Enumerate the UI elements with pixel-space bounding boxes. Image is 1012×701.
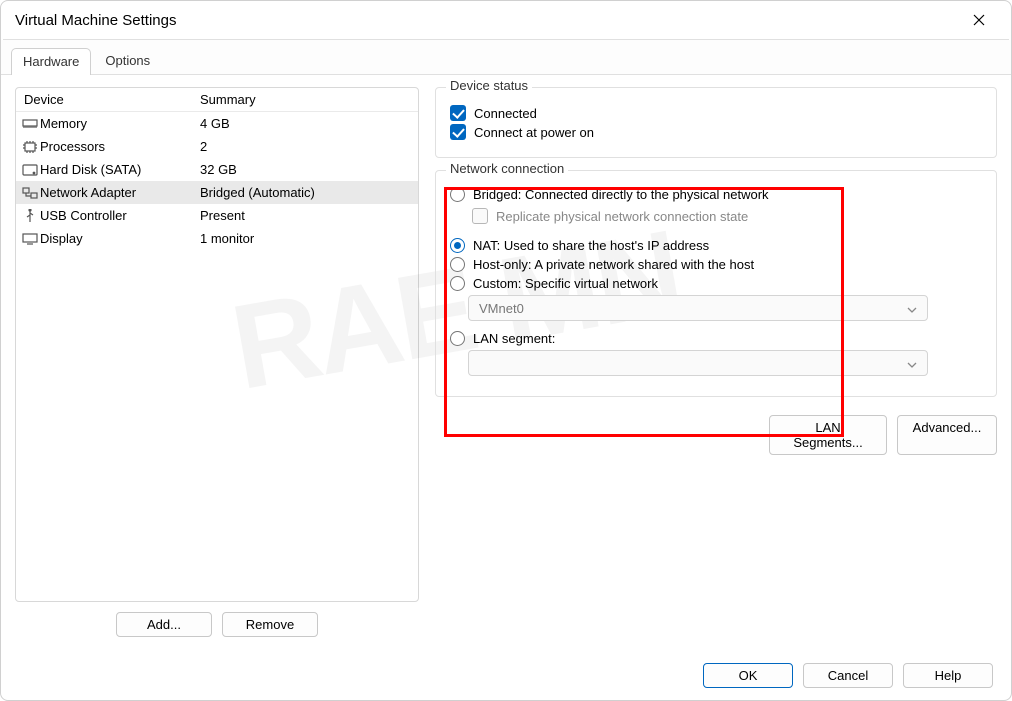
nat-label: NAT: Used to share the host's IP address — [473, 238, 709, 253]
close-button[interactable] — [961, 5, 997, 35]
network-connection-group: Network connection Bridged: Connected di… — [435, 170, 997, 397]
device-row-usb[interactable]: USB Controller Present — [16, 204, 418, 227]
col-header-device[interactable]: Device — [16, 92, 196, 107]
replicate-label: Replicate physical network connection st… — [496, 209, 748, 224]
device-buttons: Add... Remove — [15, 612, 419, 637]
chevron-down-icon — [907, 301, 917, 316]
ok-button[interactable]: OK — [703, 663, 793, 688]
device-summary: Bridged (Automatic) — [196, 185, 418, 200]
window-title: Virtual Machine Settings — [15, 12, 176, 29]
network-icon — [22, 186, 38, 200]
lan-segments-button[interactable]: LAN Segments... — [769, 415, 887, 455]
device-row-display[interactable]: Display 1 monitor — [16, 227, 418, 250]
cancel-button[interactable]: Cancel — [803, 663, 893, 688]
memory-icon — [22, 117, 38, 131]
add-device-button[interactable]: Add... — [116, 612, 212, 637]
connected-checkbox[interactable] — [450, 105, 466, 121]
chevron-down-icon — [907, 356, 917, 371]
right-panel: Device status Connected Connect at power… — [435, 87, 997, 645]
custom-radio[interactable] — [450, 276, 465, 291]
device-name: Memory — [38, 116, 196, 131]
custom-network-dropdown[interactable]: VMnet0 — [468, 295, 928, 321]
help-button[interactable]: Help — [903, 663, 993, 688]
hostonly-radio[interactable] — [450, 257, 465, 272]
col-header-summary[interactable]: Summary — [196, 92, 418, 107]
device-summary: 2 — [196, 139, 418, 154]
bridged-radio[interactable] — [450, 187, 465, 202]
device-name: Processors — [38, 139, 196, 154]
lansegment-radio[interactable] — [450, 331, 465, 346]
connect-poweron-checkbox[interactable] — [450, 124, 466, 140]
device-summary: Present — [196, 208, 418, 223]
device-name: Hard Disk (SATA) — [38, 162, 196, 177]
advanced-button[interactable]: Advanced... — [897, 415, 997, 455]
lansegment-label: LAN segment: — [473, 331, 555, 346]
hdd-icon — [22, 163, 38, 177]
titlebar: Virtual Machine Settings — [1, 1, 1011, 39]
device-row-memory[interactable]: Memory 4 GB — [16, 112, 418, 135]
display-icon — [22, 232, 38, 246]
device-name: Network Adapter — [38, 185, 196, 200]
footer-buttons: OK Cancel Help — [19, 663, 993, 688]
tab-bar: Hardware Options — [1, 40, 1011, 75]
device-header-row: Device Summary — [16, 88, 418, 112]
content-area: Device Summary Memory 4 GB Processors 2 … — [1, 75, 1011, 655]
tab-hardware[interactable]: Hardware — [11, 48, 91, 75]
lansegment-dropdown[interactable] — [468, 350, 928, 376]
bridged-label: Bridged: Connected directly to the physi… — [473, 187, 769, 202]
device-name: Display — [38, 231, 196, 246]
settings-window: RAE MN Virtual Machine Settings Hardware… — [0, 0, 1012, 701]
hostonly-label: Host-only: A private network shared with… — [473, 257, 754, 272]
nat-radio[interactable] — [450, 238, 465, 253]
tab-options[interactable]: Options — [93, 47, 162, 74]
connect-poweron-label: Connect at power on — [474, 125, 594, 140]
device-list: Device Summary Memory 4 GB Processors 2 … — [15, 87, 419, 602]
usb-icon — [22, 209, 38, 223]
connected-label: Connected — [474, 106, 537, 121]
remove-device-button[interactable]: Remove — [222, 612, 318, 637]
device-name: USB Controller — [38, 208, 196, 223]
device-row-processors[interactable]: Processors 2 — [16, 135, 418, 158]
network-connection-legend: Network connection — [446, 161, 568, 176]
network-buttons: LAN Segments... Advanced... — [435, 415, 997, 455]
device-summary: 1 monitor — [196, 231, 418, 246]
replicate-checkbox[interactable] — [472, 208, 488, 224]
device-summary: 32 GB — [196, 162, 418, 177]
device-summary: 4 GB — [196, 116, 418, 131]
custom-label: Custom: Specific virtual network — [473, 276, 658, 291]
close-icon — [973, 14, 985, 26]
cpu-icon — [22, 140, 38, 154]
device-row-hdd[interactable]: Hard Disk (SATA) 32 GB — [16, 158, 418, 181]
device-status-legend: Device status — [446, 78, 532, 93]
device-status-group: Device status Connected Connect at power… — [435, 87, 997, 158]
custom-network-value: VMnet0 — [479, 301, 524, 316]
device-row-network[interactable]: Network Adapter Bridged (Automatic) — [16, 181, 418, 204]
left-panel: Device Summary Memory 4 GB Processors 2 … — [15, 87, 419, 645]
